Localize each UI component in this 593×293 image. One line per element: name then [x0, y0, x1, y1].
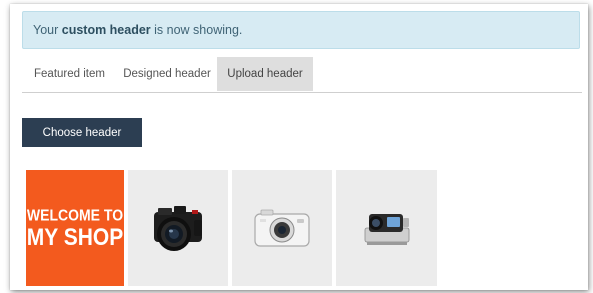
thumbnail-action-camera[interactable]: [336, 170, 437, 286]
choose-header-button[interactable]: Choose header: [22, 118, 142, 147]
dslr-camera-icon: [154, 206, 202, 251]
alert-prefix: Your: [33, 23, 59, 37]
compact-camera-icon: [254, 209, 310, 247]
choose-header-label: Choose header: [42, 126, 122, 139]
banner-line1: WELCOME TO: [26, 205, 124, 225]
tab-featured-item[interactable]: Featured item: [22, 57, 117, 91]
action-camera-icon: [364, 214, 409, 245]
header-settings-panel: Your custom header is now showing. Featu…: [10, 4, 588, 290]
alert-suffix: is now showing.: [154, 23, 243, 37]
banner-line2: MY SHOP: [26, 224, 124, 251]
thumbnail-dslr-camera[interactable]: [128, 170, 228, 286]
tab-designed-header[interactable]: Designed header: [117, 57, 217, 91]
header-type-tabs: Featured item Designed header Upload hea…: [22, 57, 582, 93]
tab-label: Featured item: [34, 68, 105, 80]
tab-upload-header[interactable]: Upload header: [217, 57, 313, 91]
success-alert: Your custom header is now showing.: [22, 11, 580, 49]
tab-label: Upload header: [227, 68, 303, 80]
thumbnail-welcome-banner[interactable]: WELCOME TO MY SHOP: [26, 170, 124, 286]
thumbnail-compact-camera[interactable]: [232, 170, 332, 286]
tab-label: Designed header: [123, 68, 211, 80]
alert-strong: custom header: [61, 23, 151, 37]
